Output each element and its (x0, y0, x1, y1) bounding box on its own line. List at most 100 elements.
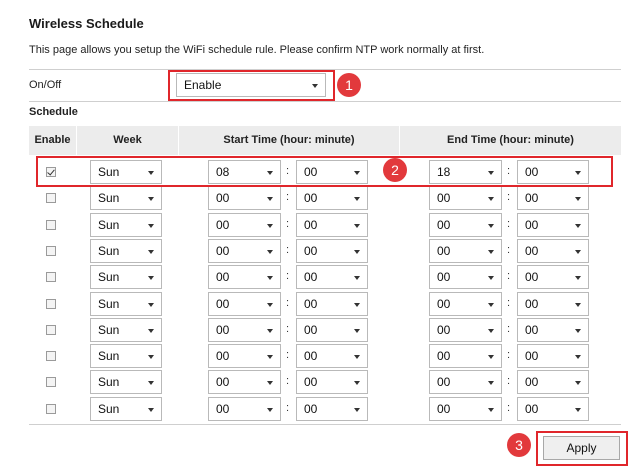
week-select-value: Sun (98, 296, 120, 311)
week-select[interactable]: Sun (90, 344, 162, 369)
start-minute-select[interactable]: 00 (296, 265, 368, 290)
week-select[interactable]: Sun (90, 291, 162, 316)
end-hour-select[interactable]: 00 (429, 238, 502, 263)
week-select[interactable]: Sun (90, 370, 162, 395)
end-hour-select[interactable]: 00 (429, 265, 502, 290)
start-minute-select[interactable]: 00 (296, 238, 368, 263)
header-enable: Enable (34, 134, 71, 146)
start-hour-select[interactable]: 00 (208, 370, 281, 395)
row-enable-checkbox[interactable] (46, 403, 56, 414)
time-separator: : (286, 401, 290, 414)
end-minute-select-value: 00 (525, 270, 539, 285)
start-minute-select[interactable]: 00 (296, 396, 368, 421)
chevron-down-icon (575, 355, 581, 360)
end-hour-select[interactable]: 00 (429, 186, 502, 211)
start-hour-select[interactable]: 00 (208, 291, 281, 316)
chevron-down-icon (267, 197, 273, 202)
chevron-down-icon (267, 407, 273, 412)
start-minute-select-value: 00 (304, 322, 318, 337)
time-separator: : (286, 375, 290, 388)
time-separator: : (286, 243, 290, 256)
end-hour-select[interactable]: 00 (429, 291, 502, 316)
row-enable-checkbox[interactable] (46, 324, 56, 335)
chevron-down-icon (575, 381, 581, 386)
start-hour-select-value: 00 (216, 270, 230, 285)
start-minute-select[interactable]: 00 (296, 186, 368, 211)
start-minute-select[interactable]: 00 (296, 291, 368, 316)
chevron-down-icon (488, 223, 494, 228)
chevron-down-icon (488, 328, 494, 333)
chevron-down-icon (354, 197, 360, 202)
chevron-down-icon (148, 223, 154, 228)
start-hour-select[interactable]: 00 (208, 238, 281, 263)
time-separator: : (507, 243, 511, 256)
week-select-value: Sun (98, 243, 120, 258)
end-minute-select[interactable]: 00 (517, 396, 589, 421)
row-enable-checkbox[interactable] (46, 377, 56, 388)
row-enable-checkbox[interactable] (46, 298, 56, 309)
chevron-down-icon (267, 381, 273, 386)
start-hour-select[interactable]: 00 (208, 186, 281, 211)
start-minute-select[interactable]: 00 (296, 344, 368, 369)
end-minute-select[interactable]: 00 (517, 291, 589, 316)
chevron-down-icon (575, 407, 581, 412)
chevron-down-icon (148, 407, 154, 412)
chevron-down-icon (575, 302, 581, 307)
chevron-down-icon (267, 249, 273, 254)
end-hour-select[interactable]: 00 (429, 370, 502, 395)
start-minute-select[interactable]: 00 (296, 212, 368, 237)
week-select[interactable]: Sun (90, 212, 162, 237)
page-description: This page allows you setup the WiFi sche… (29, 44, 485, 56)
chevron-down-icon (148, 355, 154, 360)
end-minute-select[interactable]: 00 (517, 265, 589, 290)
start-minute-select[interactable]: 00 (296, 370, 368, 395)
end-minute-select-value: 00 (525, 401, 539, 416)
chevron-down-icon (575, 223, 581, 228)
chevron-down-icon (148, 381, 154, 386)
start-hour-select[interactable]: 00 (208, 212, 281, 237)
row-enable-checkbox[interactable] (46, 351, 56, 362)
end-hour-select[interactable]: 00 (429, 317, 502, 342)
week-select[interactable]: Sun (90, 396, 162, 421)
end-hour-select[interactable]: 00 (429, 212, 502, 237)
row-enable-checkbox[interactable] (46, 193, 56, 204)
end-minute-select-value: 00 (525, 243, 539, 258)
end-minute-select[interactable]: 00 (517, 317, 589, 342)
header-end-time: End Time (hour: minute) (447, 134, 574, 146)
row-enable-checkbox[interactable] (46, 219, 56, 230)
chevron-down-icon (354, 302, 360, 307)
end-minute-select[interactable]: 00 (517, 212, 589, 237)
end-minute-select[interactable]: 00 (517, 370, 589, 395)
divider (29, 424, 621, 425)
chevron-down-icon (148, 197, 154, 202)
end-minute-select-value: 00 (525, 375, 539, 390)
time-separator: : (507, 349, 511, 362)
end-minute-select[interactable]: 00 (517, 238, 589, 263)
week-select[interactable]: Sun (90, 238, 162, 263)
row-enable-checkbox[interactable] (46, 245, 56, 256)
end-minute-select-value: 00 (525, 349, 539, 364)
start-hour-select[interactable]: 00 (208, 396, 281, 421)
week-select[interactable]: Sun (90, 317, 162, 342)
start-hour-select[interactable]: 00 (208, 344, 281, 369)
time-separator: : (507, 296, 511, 309)
chevron-down-icon (148, 302, 154, 307)
start-minute-select[interactable]: 00 (296, 317, 368, 342)
end-hour-select-value: 00 (437, 191, 451, 206)
start-hour-select[interactable]: 00 (208, 265, 281, 290)
end-hour-select[interactable]: 00 (429, 396, 502, 421)
chevron-down-icon (488, 407, 494, 412)
week-select-value: Sun (98, 322, 120, 337)
end-minute-select[interactable]: 00 (517, 344, 589, 369)
end-hour-select[interactable]: 00 (429, 344, 502, 369)
start-hour-select[interactable]: 00 (208, 317, 281, 342)
chevron-down-icon (354, 249, 360, 254)
week-select[interactable]: Sun (90, 265, 162, 290)
chevron-down-icon (488, 302, 494, 307)
row-enable-checkbox[interactable] (46, 272, 56, 283)
end-minute-select[interactable]: 00 (517, 186, 589, 211)
start-minute-select-value: 00 (304, 296, 318, 311)
time-separator: : (507, 191, 511, 204)
week-select[interactable]: Sun (90, 186, 162, 211)
start-hour-select-value: 00 (216, 401, 230, 416)
